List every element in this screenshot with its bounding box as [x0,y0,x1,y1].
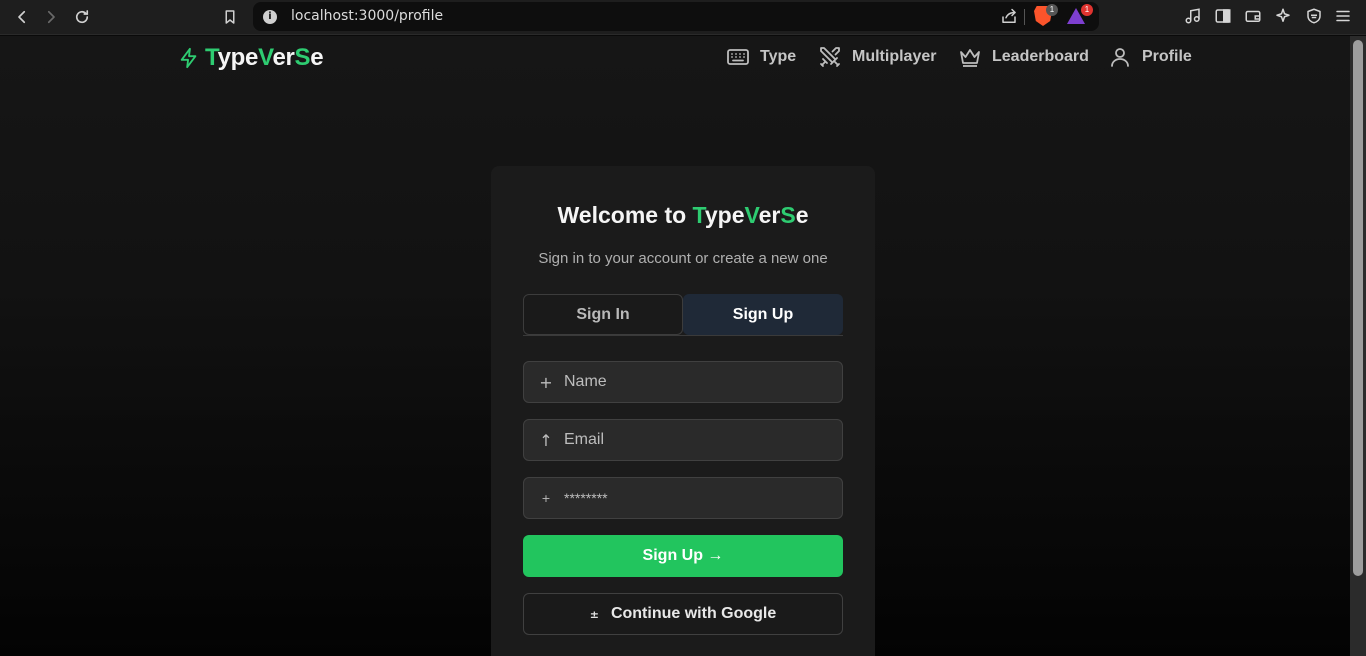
keyboard-icon [727,49,749,65]
scrollbar-thumb[interactable] [1353,40,1363,576]
password-field[interactable]: + [523,477,843,519]
leo-ai-icon[interactable] [1274,7,1294,27]
url-text[interactable]: localhost:3000/profile [291,8,443,24]
auth-card: Welcome to TypeVerSe Sign in to your acc… [491,166,875,656]
email-field[interactable]: ↑ [523,419,843,461]
address-bar[interactable]: i localhost:3000/profile 1 1 [253,2,1099,31]
google-icon: ± [589,607,599,621]
user-icon [1111,48,1129,67]
rewards-count-badge: 1 [1081,4,1093,16]
card-title: Welcome to TypeVerSe [557,202,809,228]
nav-leaderboard-label: Leaderboard [992,48,1089,65]
divider [1024,9,1025,25]
plus-small-icon: + [541,491,551,505]
password-input[interactable] [564,490,824,506]
nav-multiplayer[interactable]: Multiplayer [818,45,936,69]
auth-tabs: Sign In Sign Up [523,294,843,336]
google-sign-in-button[interactable]: ± Continue with Google [523,593,843,635]
email-input[interactable] [564,431,824,449]
logo-text: TypeVerSe [205,44,324,71]
lightning-icon [180,47,197,69]
swords-icon [820,47,840,67]
back-icon[interactable] [10,6,34,28]
vpn-shield-icon[interactable] [1305,7,1325,27]
nav-type[interactable]: Type [726,45,796,69]
arrow-up-icon: ↑ [539,430,553,450]
logo[interactable]: TypeVerSe [178,44,324,71]
nav-profile-label: Profile [1142,48,1192,65]
media-icon[interactable] [1184,7,1204,27]
crown-icon [960,49,980,67]
plus-icon: + [539,372,553,392]
sign-up-button[interactable]: Sign Up → [523,535,843,577]
forward-icon[interactable] [39,6,63,28]
tab-sign-up[interactable]: Sign Up [683,294,843,335]
reload-icon[interactable] [70,6,94,28]
browser-toolbar: i localhost:3000/profile 1 1 [0,0,1366,35]
wallet-icon[interactable] [1244,7,1264,27]
name-field[interactable]: + [523,361,843,403]
tab-sign-in[interactable]: Sign In [523,294,683,335]
bookmark-icon[interactable] [218,6,242,28]
share-icon[interactable] [1000,8,1018,26]
shields-count-badge: 1 [1046,4,1058,16]
page: TypeVerSe Type Multiplayer Leaderboard P… [0,36,1350,656]
name-input[interactable] [564,373,824,391]
card-subtitle: Sign in to your account or create a new … [538,250,828,267]
nav-type-label: Type [760,48,797,65]
nav-multiplayer-label: Multiplayer [852,48,937,65]
scrollbar[interactable] [1350,36,1366,656]
sidebar-icon[interactable] [1214,7,1234,27]
brave-shields-icon[interactable]: 1 [1034,4,1058,26]
menu-icon[interactable] [1334,7,1354,27]
site-info-icon[interactable]: i [263,10,277,24]
nav-profile[interactable]: Profile [1108,45,1192,69]
brave-rewards-icon[interactable]: 1 [1067,4,1093,26]
nav-leaderboard[interactable]: Leaderboard [958,45,1089,69]
google-button-label: Continue with Google [610,605,777,622]
